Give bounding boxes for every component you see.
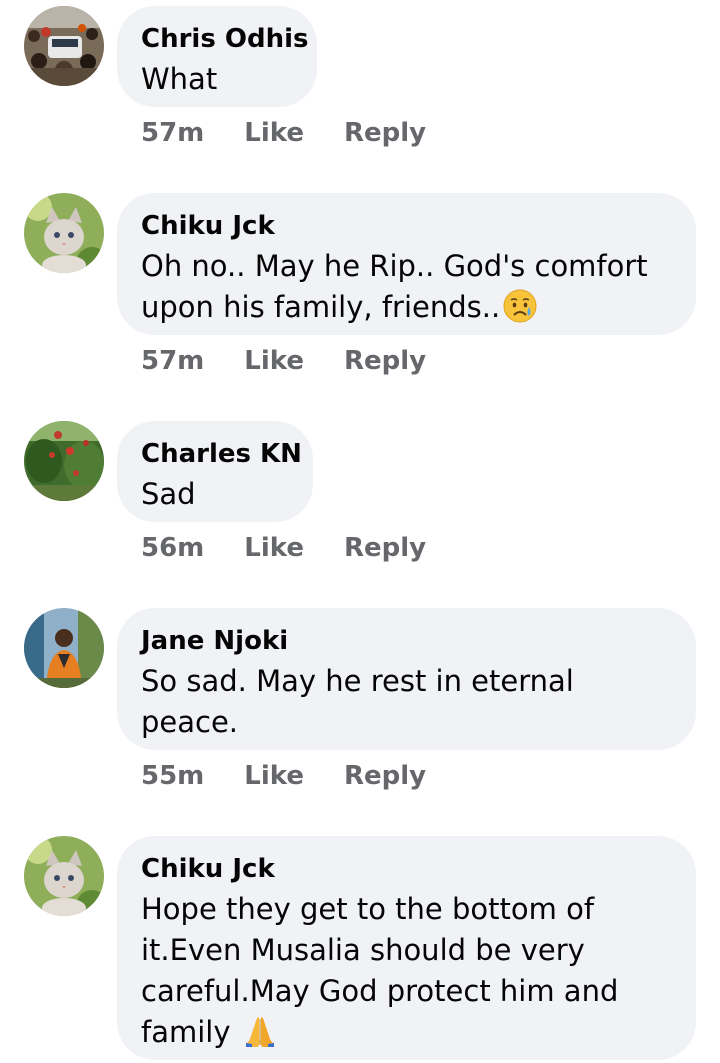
avatar[interactable]	[24, 608, 104, 688]
sad-tear-face-emoji-icon	[503, 289, 537, 323]
comment-author[interactable]: Chris Odhis	[141, 22, 308, 56]
comment-text-body: Hope they get to the bottom of it.Even M…	[141, 892, 619, 1049]
comment-author[interactable]: Chiku Jck	[141, 209, 672, 243]
praying-hands-emoji-icon	[245, 1017, 274, 1047]
comment-text: Hope they get to the bottom of it.Even M…	[141, 889, 641, 1053]
avatar[interactable]	[24, 6, 104, 86]
comment-timestamp[interactable]: 55m	[141, 761, 204, 791]
comment-text: So sad. May he rest in eternal peace.	[141, 664, 574, 739]
comment-text: Sad	[141, 477, 196, 511]
reply-button[interactable]: Reply	[344, 346, 426, 376]
garden-photo-icon	[24, 421, 104, 501]
kitten-photo-icon	[24, 836, 104, 916]
comment-author[interactable]: Charles KN	[141, 437, 302, 471]
woman-photo-icon	[24, 608, 104, 688]
comment-timestamp[interactable]: 57m	[141, 118, 204, 148]
comment-bubble: Jane Njoki So sad. May he rest in eterna…	[117, 608, 696, 750]
comment-actions: 57m Like Reply	[141, 118, 426, 148]
reply-button[interactable]: Reply	[344, 761, 426, 791]
comment-timestamp[interactable]: 57m	[141, 346, 204, 376]
comment-actions: 56m Like Reply	[141, 533, 426, 563]
reply-button[interactable]: Reply	[344, 118, 426, 148]
reply-button[interactable]: Reply	[344, 533, 426, 563]
like-button[interactable]: Like	[244, 533, 304, 563]
comment-timestamp[interactable]: 56m	[141, 533, 204, 563]
like-button[interactable]: Like	[244, 118, 304, 148]
like-button[interactable]: Like	[244, 346, 304, 376]
avatar[interactable]	[24, 193, 104, 273]
comment-bubble: Chiku Jck Hope they get to the bottom of…	[117, 836, 696, 1060]
comment-bubble: Chris Odhis What	[117, 6, 317, 107]
comment-text: Oh no.. May he Rip.. God's comfort upon …	[141, 246, 672, 328]
comment-bubble: Chiku Jck Oh no.. May he Rip.. God's com…	[117, 193, 696, 335]
kitten-photo-icon	[24, 193, 104, 273]
comment-text: What	[141, 62, 218, 96]
comment-author[interactable]: Jane Njoki	[141, 624, 672, 658]
comment-author[interactable]: Chiku Jck	[141, 852, 672, 886]
comment-text-body: Oh no.. May he Rip.. God's comfort upon …	[141, 249, 648, 324]
avatar[interactable]	[24, 836, 104, 916]
comment-actions: 55m Like Reply	[141, 761, 426, 791]
comment-actions: 57m Like Reply	[141, 346, 426, 376]
avatar[interactable]	[24, 421, 104, 501]
comment-bubble: Charles KN Sad	[117, 421, 313, 522]
like-button[interactable]: Like	[244, 761, 304, 791]
crowd-photo-icon	[24, 6, 104, 86]
